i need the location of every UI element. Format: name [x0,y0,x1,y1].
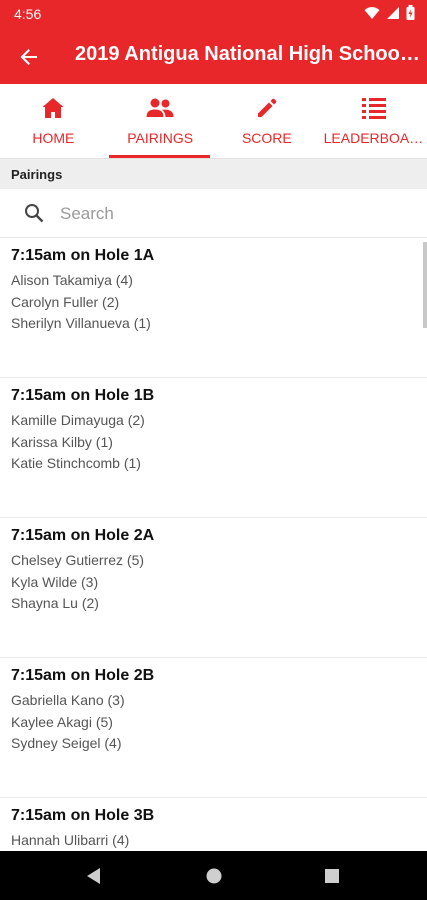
player-name: Shayna Lu (2) [11,595,99,611]
back-button[interactable] [14,42,44,72]
pairing-title: 7:15am on Hole 2A [11,527,155,544]
back-triangle-icon[interactable] [85,866,105,886]
battery-icon [406,5,415,23]
player-name: Kamille Dimayuga (2) [11,412,145,428]
list-item[interactable]: 7:15am on Hole 3B Hannah Ulibarri (4) [0,798,427,851]
wifi-icon [364,6,380,23]
player-list: Alison Takamiya (4) Carolyn Fuller (2) S… [11,270,151,335]
list-item[interactable]: 7:15am on Hole 1A Alison Takamiya (4) Ca… [0,238,427,378]
player-name: Katie Stinchcomb (1) [11,455,141,471]
page-title: 2019 Antigua National High School Invita… [75,43,420,65]
player-list: Kamille Dimayuga (2) Karissa Kilby (1) K… [11,410,145,475]
player-name: Hannah Ulibarri (4) [11,832,130,848]
system-nav-bar [0,851,427,900]
search-icon [24,203,44,228]
tab-pairings[interactable]: PAIRINGS [107,84,214,158]
tab-score[interactable]: SCORE [214,84,321,158]
player-name: Karissa Kilby (1) [11,433,113,450]
pairing-title: 7:15am on Hole 1A [11,247,155,264]
pairing-title: 7:15am on Hole 3B [11,807,155,824]
search-bar [0,189,427,238]
section-header: Pairings [0,159,427,189]
section-title: Pairings [11,167,63,182]
player-list: Hannah Ulibarri (4) [11,830,129,851]
player-name: Chelsey Gutierrez (5) [11,552,145,568]
app-bar: 2019 Antigua National High School Invita… [0,28,427,84]
tab-score-label: SCORE [241,130,292,146]
player-name: Sydney Seigel (4) [11,735,122,751]
tab-home-label: HOME [32,130,75,146]
player-name: Alison Takamiya (4) [11,272,133,288]
pairings-list[interactable]: 7:15am on Hole 1A Alison Takamiya (4) Ca… [0,238,427,851]
arrow-back-icon [14,49,44,76]
list-item[interactable]: 7:15am on Hole 2B Gabriella Kano (3) Kay… [0,658,427,798]
tab-active-indicator [108,155,210,158]
status-icons [364,5,415,23]
player-name: Kyla Wilde (3) [11,573,99,590]
tab-home[interactable]: HOME [0,84,107,158]
pairing-title: 7:15am on Hole 1B [11,387,155,404]
status-bar: 4:56 [0,0,427,28]
recents-square-icon[interactable] [322,866,342,886]
home-icon [41,95,65,121]
home-circle-icon[interactable] [204,866,224,886]
pairing-title: 7:15am on Hole 2B [11,667,155,684]
player-name: Gabriella Kano (3) [11,692,125,708]
tab-leaderboard-label: LEADERBOARD [323,130,424,146]
list-item[interactable]: 7:15am on Hole 1B Kamille Dimayuga (2) K… [0,378,427,518]
scrollbar-thumb[interactable] [423,242,427,328]
search-input[interactable] [58,198,412,230]
player-list: Chelsey Gutierrez (5) Kyla Wilde (3) Sha… [11,550,144,615]
status-time: 4:56 [14,6,42,22]
player-list: Gabriella Kano (3) Kaylee Akagi (5) Sydn… [11,690,125,755]
tab-pairings-label: PAIRINGS [127,130,194,146]
player-name: Sherilyn Villanueva (1) [11,315,151,331]
list-icon [361,95,387,121]
list-item[interactable]: 7:15am on Hole 2A Chelsey Gutierrez (5) … [0,518,427,658]
tab-bar: HOME PAIRINGS SCORE LEADERBOARD [0,84,427,159]
pencil-icon [255,95,279,121]
people-icon [146,95,174,121]
player-name: Carolyn Fuller (2) [11,293,120,310]
tab-leaderboard[interactable]: LEADERBOARD [320,84,427,158]
signal-icon [386,6,400,23]
player-name: Kaylee Akagi (5) [11,713,113,730]
